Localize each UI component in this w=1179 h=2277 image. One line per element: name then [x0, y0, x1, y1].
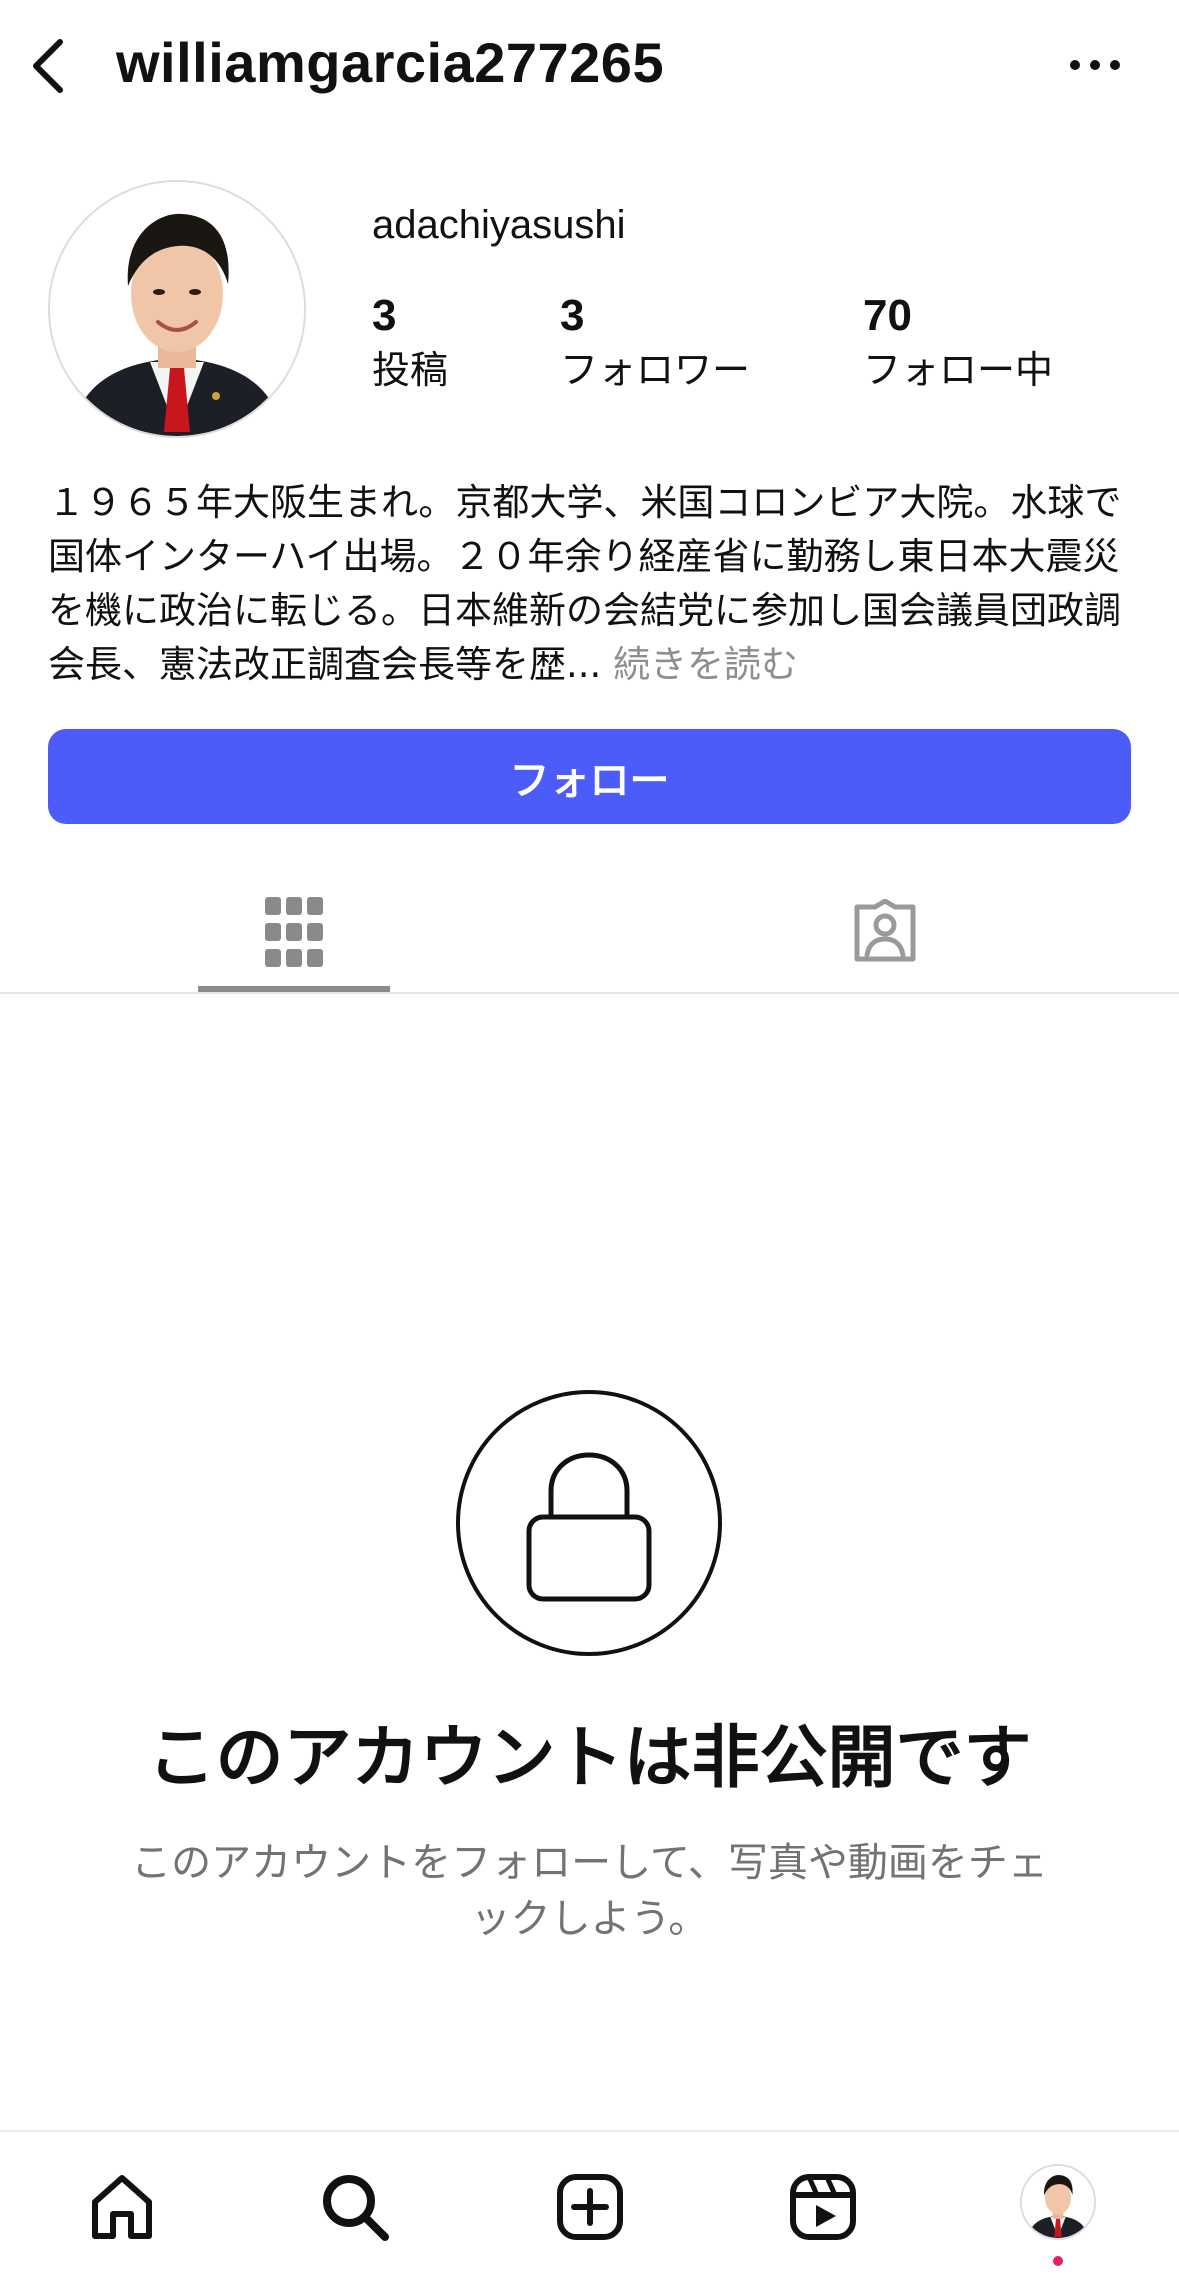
- nav-reels[interactable]: [778, 2162, 868, 2252]
- profile-avatar[interactable]: [48, 180, 306, 438]
- more-options-button[interactable]: [1060, 40, 1130, 90]
- create-post-icon: [557, 2174, 623, 2240]
- profile-photo: [50, 182, 304, 436]
- profile-tabs: [0, 870, 1179, 994]
- following-label: フォロー中: [863, 348, 1054, 392]
- profile-name: adachiyasushi: [372, 203, 626, 247]
- followers-stat[interactable]: 3 フォロワー: [560, 290, 750, 396]
- bottom-navigation: [0, 2130, 1179, 2277]
- reels-icon: [790, 2174, 856, 2240]
- page-title: williamgarcia277265: [116, 31, 665, 94]
- followers-label: フォロワー: [560, 348, 751, 392]
- active-tab-indicator: [198, 986, 390, 992]
- nav-profile[interactable]: [1010, 2154, 1106, 2250]
- profile-avatar-icon: [1020, 2164, 1096, 2240]
- search-icon: [323, 2175, 389, 2241]
- posts-count: 3: [372, 291, 397, 340]
- lock-icon: [526, 1452, 652, 1602]
- following-count: 70: [863, 291, 912, 340]
- private-account-title: このアカウントは非公開です: [147, 1719, 1032, 1798]
- nav-search[interactable]: [310, 2162, 400, 2252]
- tab-tagged[interactable]: [790, 870, 980, 994]
- following-stat[interactable]: 70 フォロー中: [863, 290, 1053, 396]
- posts-stat[interactable]: 3 投稿: [372, 290, 448, 396]
- follow-button[interactable]: フォロー: [48, 729, 1131, 824]
- bio-text: １９６５年大阪生まれ。京都大学、米国コロンビア大院。水球で国体インターハイ出場。…: [48, 481, 1122, 686]
- top-bar: williamgarcia277265: [0, 0, 1179, 130]
- nav-create[interactable]: [545, 2162, 635, 2252]
- grid-icon: [265, 897, 323, 967]
- read-more-link[interactable]: 続きを読む: [613, 643, 798, 686]
- tagged-person-icon: [854, 899, 916, 962]
- posts-label: 投稿: [372, 348, 449, 392]
- chevron-left-icon: [33, 39, 63, 93]
- lock-badge: [456, 1390, 722, 1656]
- tab-posts-grid[interactable]: [198, 870, 390, 994]
- profile-bio: １９６５年大阪生まれ。京都大学、米国コロンビア大院。水球で国体インターハイ出場。…: [48, 476, 1138, 692]
- followers-count: 3: [560, 291, 585, 340]
- private-account-subtitle: このアカウントをフォローして、写真や動画をチェックしよう。: [131, 1840, 1048, 1942]
- more-horizontal-icon: [1070, 60, 1120, 70]
- home-icon: [92, 2175, 152, 2239]
- nav-home[interactable]: [77, 2162, 167, 2252]
- back-button[interactable]: [18, 28, 78, 104]
- notification-dot: [1053, 2256, 1063, 2266]
